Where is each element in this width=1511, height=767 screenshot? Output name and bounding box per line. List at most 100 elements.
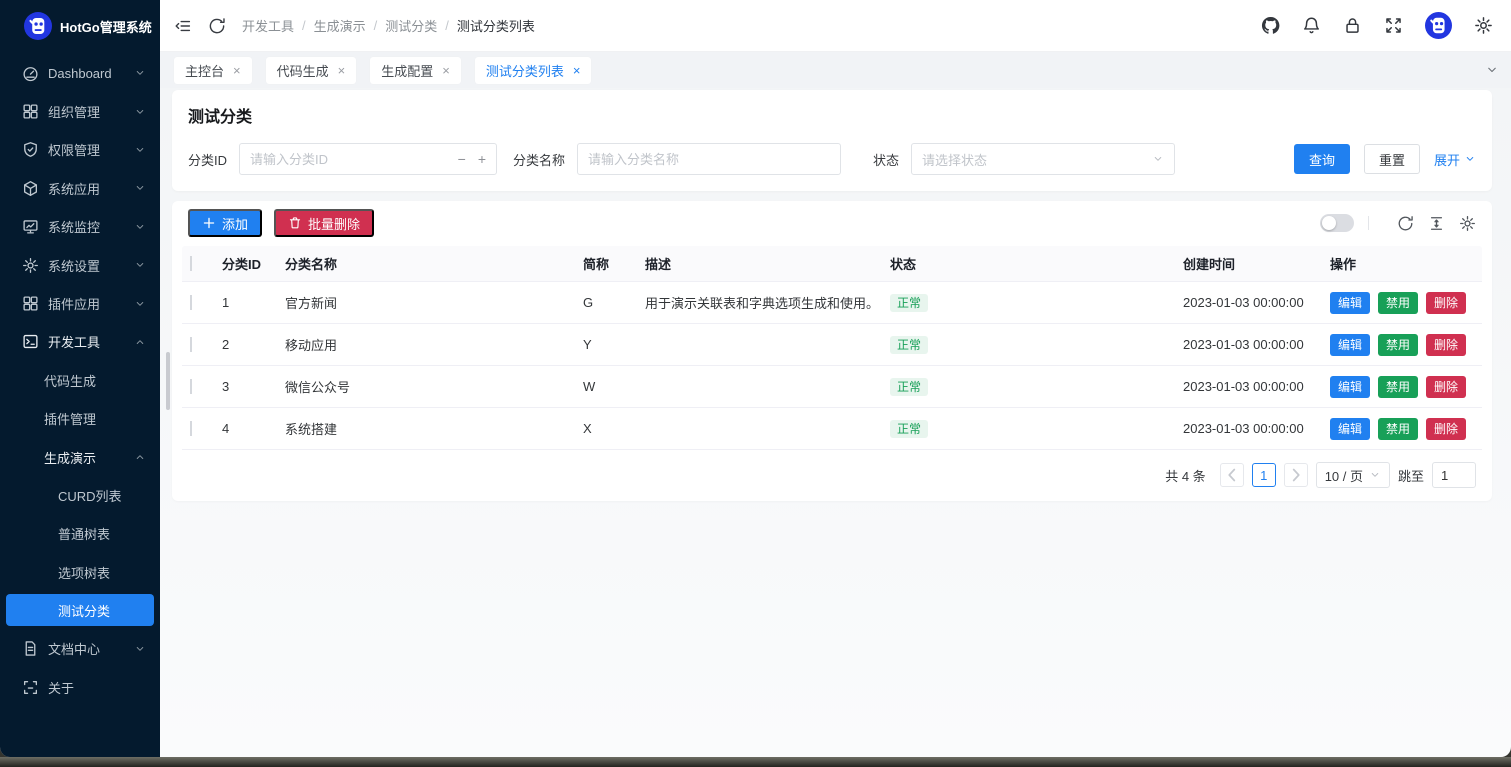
disable-button[interactable]: 禁用 — [1378, 418, 1418, 440]
tab[interactable]: 主控台× — [174, 57, 252, 84]
sidebar-item[interactable]: Dashboard — [0, 54, 160, 92]
close-icon[interactable]: × — [338, 63, 346, 78]
table-cell: 2023-01-03 00:00:00 — [1177, 379, 1324, 394]
close-icon[interactable]: × — [233, 63, 241, 78]
delete-button[interactable]: 删除 — [1426, 334, 1466, 356]
refresh-table-icon[interactable] — [1397, 215, 1414, 232]
breadcrumb-item[interactable]: 开发工具 — [242, 16, 294, 35]
sidebar-item[interactable]: 选项树表 — [0, 553, 160, 591]
gear-icon — [22, 257, 39, 274]
disable-button[interactable]: 禁用 — [1378, 292, 1418, 314]
row-checkbox[interactable] — [190, 421, 192, 436]
row-checkbox[interactable] — [190, 379, 192, 394]
delete-button[interactable]: 删除 — [1426, 418, 1466, 440]
about-icon — [22, 679, 39, 696]
fullscreen-icon[interactable] — [1384, 16, 1403, 35]
logo-row[interactable]: HotGo管理系统 — [0, 0, 160, 52]
breadcrumb-item[interactable]: 测试分类 — [385, 16, 437, 35]
sidebar-item[interactable]: 插件应用 — [0, 284, 160, 322]
sidebar-item[interactable]: 系统监控 — [0, 208, 160, 246]
tab[interactable]: 生成配置 × — [370, 57, 461, 84]
disable-button[interactable]: 禁用 — [1378, 376, 1418, 398]
tab-list-chevron-down-icon[interactable] — [1485, 63, 1499, 77]
table-header-row: 分类ID分类名称简称描述状态创建时间操作 — [182, 246, 1482, 282]
edit-button[interactable]: 编辑 — [1330, 292, 1370, 314]
row-checkbox[interactable] — [190, 337, 192, 352]
edit-button[interactable]: 编辑 — [1330, 334, 1370, 356]
table-cell: 官方新闻 — [279, 293, 577, 312]
breadcrumb-item[interactable]: 测试分类列表 — [457, 16, 535, 35]
user-avatar[interactable] — [1425, 12, 1452, 39]
sidebar-scrollbar-thumb[interactable] — [166, 352, 170, 410]
reload-page-icon[interactable] — [208, 17, 226, 35]
status-select[interactable]: 请选择状态 — [911, 143, 1175, 175]
add-button[interactable]: 添加 — [188, 209, 262, 237]
close-icon[interactable]: × — [573, 63, 581, 78]
sidebar-item[interactable]: 系统设置 — [0, 246, 160, 284]
table-cell: 微信公众号 — [279, 377, 577, 396]
table-cell: 用于演示关联表和字典选项生成和使用。 — [639, 293, 884, 312]
row-density-icon[interactable] — [1428, 215, 1445, 232]
page-size-select[interactable]: 10 / 页 — [1316, 462, 1390, 488]
header-actions — [1261, 12, 1493, 39]
app-title: HotGo管理系统 — [60, 17, 152, 36]
sidebar-item[interactable]: 开发工具 — [0, 323, 160, 361]
sidebar-item-label: 选项树表 — [58, 563, 160, 582]
stepper-minus-icon[interactable]: − — [458, 151, 466, 167]
divider — [1368, 216, 1369, 230]
table-card: 添加 批量删除 分类ID分类名称简称描述状态创建时间 — [172, 201, 1492, 501]
github-icon[interactable] — [1261, 16, 1280, 35]
stepper-plus-icon[interactable]: + — [478, 151, 486, 167]
next-page-button[interactable] — [1284, 463, 1308, 487]
sidebar-item[interactable]: CURD列表 — [0, 476, 160, 514]
disable-button[interactable]: 禁用 — [1378, 334, 1418, 356]
current-page-button[interactable]: 1 — [1252, 463, 1276, 487]
table-cell: 2023-01-03 00:00:00 — [1177, 421, 1324, 436]
settings-gear-icon[interactable] — [1474, 16, 1493, 35]
category-id-input[interactable] — [240, 144, 458, 174]
sidebar-item-active[interactable]: 测试分类 — [6, 594, 154, 626]
table-row: 1官方新闻G用于演示关联表和字典选项生成和使用。正常2023-01-03 00:… — [182, 282, 1482, 324]
row-checkbox[interactable] — [190, 295, 192, 310]
search-button[interactable]: 查询 — [1294, 144, 1350, 174]
tab[interactable]: 代码生成× — [266, 57, 357, 84]
sidebar-item[interactable]: 权限管理 — [0, 131, 160, 169]
sidebar-item[interactable]: 生成演示 — [0, 438, 160, 476]
notifications-bell-icon[interactable] — [1302, 16, 1321, 35]
category-name-input[interactable] — [578, 144, 840, 174]
table-cell: 系统搭建 — [279, 419, 577, 438]
column-settings-gear-icon[interactable] — [1459, 215, 1476, 232]
select-all-checkbox[interactable] — [190, 256, 192, 271]
delete-button[interactable]: 删除 — [1426, 292, 1466, 314]
edit-button[interactable]: 编辑 — [1330, 376, 1370, 398]
sidebar-item[interactable]: 代码生成 — [0, 361, 160, 399]
sidebar-item[interactable]: 插件管理 — [0, 400, 160, 438]
window-bottom-edge — [0, 757, 1511, 767]
chevron-up-icon — [134, 336, 146, 348]
expand-filters-link[interactable]: 展开 — [1434, 150, 1476, 169]
close-icon[interactable]: × — [442, 63, 450, 78]
lock-screen-icon[interactable] — [1343, 16, 1362, 35]
sidebar-item[interactable]: 普通树表 — [0, 515, 160, 553]
collapse-sidebar-icon[interactable] — [174, 17, 192, 35]
jump-page-input[interactable] — [1432, 462, 1476, 488]
striped-toggle[interactable] — [1320, 214, 1354, 232]
tab-active[interactable]: 测试分类列表× — [475, 57, 592, 84]
table-row: 4系统搭建X正常2023-01-03 00:00:00编辑禁用删除 — [182, 408, 1482, 450]
batch-delete-button[interactable]: 批量删除 — [274, 209, 374, 237]
delete-button[interactable]: 删除 — [1426, 376, 1466, 398]
prev-page-button[interactable] — [1220, 463, 1244, 487]
edit-button[interactable]: 编辑 — [1330, 418, 1370, 440]
reset-button[interactable]: 重置 — [1364, 144, 1420, 174]
sidebar-item[interactable]: 关于 — [0, 668, 160, 706]
sidebar-item[interactable]: 文档中心 — [0, 629, 160, 667]
sidebar-item[interactable]: 系统应用 — [0, 169, 160, 207]
breadcrumb-item[interactable]: 生成演示 — [314, 16, 366, 35]
breadcrumb-separator: / — [445, 18, 449, 33]
column-header: 创建时间 — [1177, 254, 1324, 273]
table-row: 2移动应用Y正常2023-01-03 00:00:00编辑禁用删除 — [182, 324, 1482, 366]
sidebar-item[interactable]: 组织管理 — [0, 92, 160, 130]
tab-label: 生成配置 — [381, 61, 433, 80]
sidebar-item-label: CURD列表 — [58, 486, 160, 505]
chevron-down-icon — [134, 221, 146, 233]
